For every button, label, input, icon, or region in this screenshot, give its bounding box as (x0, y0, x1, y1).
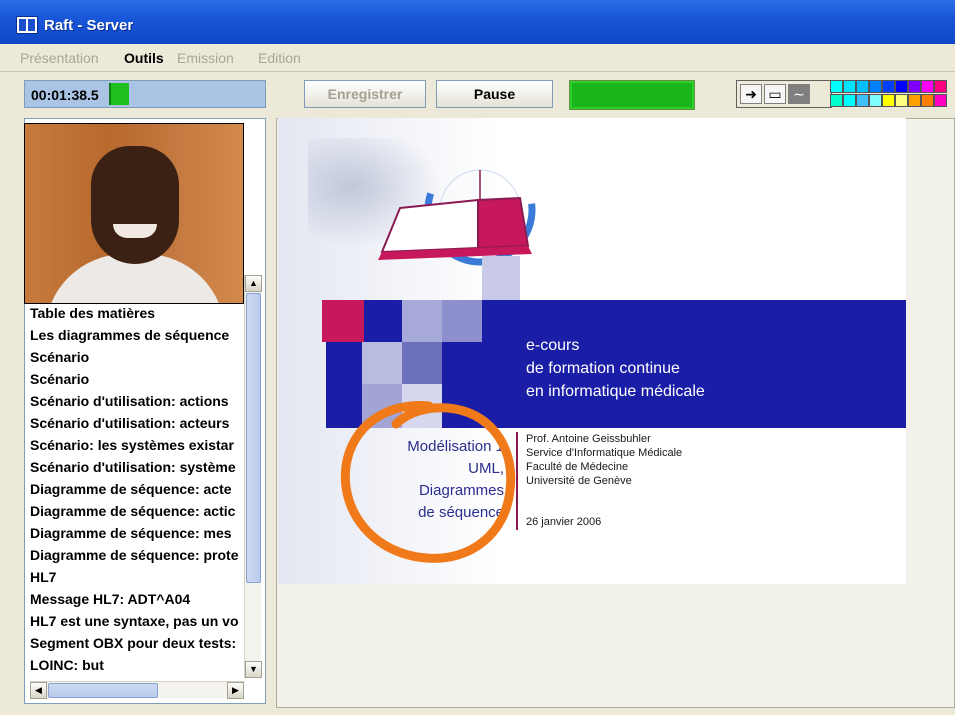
toc-item[interactable]: Diagramme de séquence: mes (30, 522, 244, 544)
toc-item[interactable]: Scénario (30, 346, 244, 368)
color-swatch[interactable] (921, 94, 934, 107)
toc-item[interactable]: Les diagrammes de séquence (30, 324, 244, 346)
color-swatch[interactable] (934, 80, 947, 93)
color-swatch[interactable] (908, 94, 921, 107)
app-icon (16, 16, 38, 34)
slide-band-text: e-cours de formation continue en informa… (526, 337, 705, 400)
color-swatch[interactable] (869, 80, 882, 93)
menu-presentation[interactable]: Présentation (20, 50, 99, 66)
color-palette (830, 80, 955, 108)
scroll-up-icon[interactable]: ▲ (245, 275, 262, 292)
color-swatch[interactable] (921, 80, 934, 93)
window-title: Raft - Server (44, 17, 134, 34)
toc-vertical-scrollbar[interactable]: ▲ ▼ (244, 275, 262, 678)
color-swatch[interactable] (830, 94, 843, 107)
table-of-contents: Table des matières Les diagrammes de séqu… (30, 302, 244, 678)
scroll-left-icon[interactable]: ◀ (30, 682, 47, 699)
toc-item[interactable]: Diagramme de séquence: actic (30, 500, 244, 522)
timer-text: 00:01:38.5 (31, 87, 99, 103)
scroll-right-icon[interactable]: ▶ (227, 682, 244, 699)
scroll-thumb[interactable] (246, 293, 261, 583)
color-swatch[interactable] (882, 94, 895, 107)
toc-item[interactable]: HL7 (30, 566, 244, 588)
toc-item[interactable]: Code local (30, 676, 244, 678)
record-button[interactable]: Enregistrer (304, 80, 426, 108)
broadcast-status-bar (569, 80, 695, 110)
color-swatch[interactable] (843, 80, 856, 93)
toc-item[interactable]: LOINC: but (30, 654, 244, 676)
color-swatch[interactable] (908, 80, 921, 93)
arrow-icon[interactable]: ➜ (740, 84, 762, 104)
menu-outils[interactable]: Outils (124, 50, 164, 66)
freehand-annotation (340, 401, 516, 563)
color-swatch[interactable] (895, 80, 908, 93)
toc-item[interactable]: Segment OBX pour deux tests: (30, 632, 244, 654)
color-swatch[interactable] (895, 94, 908, 107)
pause-button[interactable]: Pause (436, 80, 553, 108)
toc-item[interactable]: Diagramme de séquence: prote (30, 544, 244, 566)
scroll-thumb-horizontal[interactable] (48, 683, 158, 698)
toc-item[interactable]: Scénario d'utilisation: système (30, 456, 244, 478)
toc-item[interactable]: Table des matières (30, 302, 244, 324)
slide-date: 26 janvier 2006 (526, 516, 602, 528)
color-swatch[interactable] (882, 80, 895, 93)
menu-bar: Présentation Outils Emission Edition (0, 44, 955, 72)
toc-item[interactable]: Message HL7: ADT^A04 (30, 588, 244, 610)
presenter-video (24, 123, 244, 304)
color-swatch[interactable] (856, 94, 869, 107)
toc-item[interactable]: Scénario d'utilisation: actions (30, 390, 244, 412)
freehand-icon[interactable]: ∼ (788, 84, 810, 104)
color-swatch[interactable] (830, 80, 843, 93)
drawing-tools: ➜ ▭ ∼ (736, 80, 832, 108)
panel-splitter[interactable] (266, 118, 274, 708)
toc-item[interactable]: HL7 est une syntaxe, pas un vo (30, 610, 244, 632)
toc-item[interactable]: Scénario (30, 368, 244, 390)
color-swatch[interactable] (934, 94, 947, 107)
menu-edition[interactable]: Edition (258, 50, 301, 66)
color-swatch[interactable] (856, 80, 869, 93)
audio-level-meter (109, 83, 129, 105)
menu-emission[interactable]: Emission (177, 50, 234, 66)
color-swatch[interactable] (843, 94, 856, 107)
toc-item[interactable]: Scénario d'utilisation: acteurs (30, 412, 244, 434)
toc-item[interactable]: Diagramme de séquence: acte (30, 478, 244, 500)
toolbar: 00:01:38.5 Enregistrer Pause ➜ ▭ ∼ (0, 72, 955, 116)
toc-item[interactable]: Scénario: les systèmes existar (30, 434, 244, 456)
rectangle-icon[interactable]: ▭ (764, 84, 786, 104)
timer-display: 00:01:38.5 (24, 80, 266, 108)
scroll-down-icon[interactable]: ▼ (245, 661, 262, 678)
title-bar: Raft - Server (0, 0, 955, 44)
color-swatch[interactable] (869, 94, 882, 107)
slide-author-info: Prof. Antoine Geissbuhler Service d'Info… (526, 433, 683, 487)
toc-horizontal-scrollbar[interactable]: ◀ ▶ (30, 681, 244, 699)
